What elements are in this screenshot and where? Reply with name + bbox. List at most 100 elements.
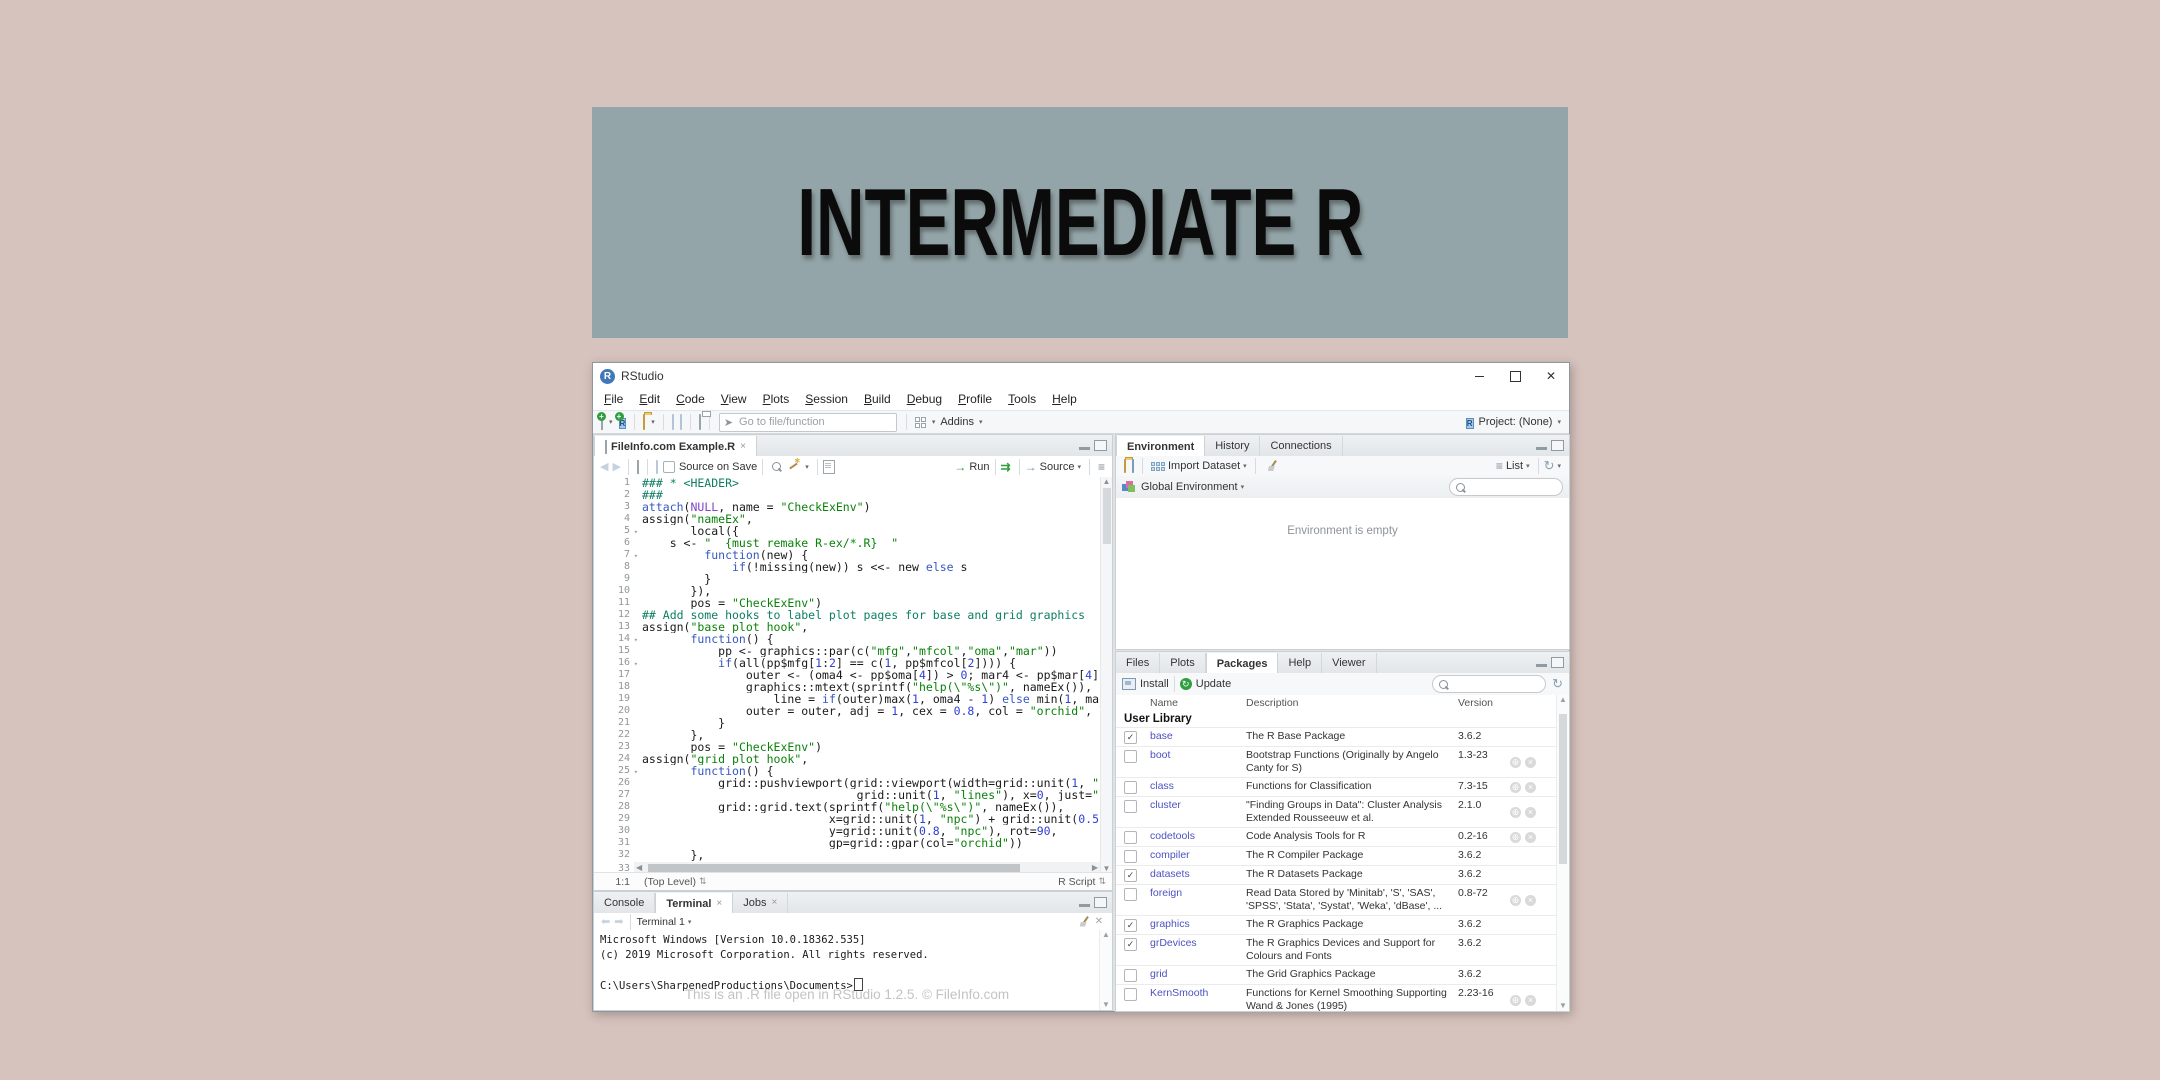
menu-plots[interactable]: Plots [755,389,798,410]
package-name-link[interactable]: foreign [1150,887,1246,913]
document-outline-icon[interactable]: ≡ [1098,460,1105,474]
refresh-dropdown-icon[interactable]: ▾ [1557,462,1561,470]
package-name-link[interactable]: grDevices [1150,937,1246,963]
tab-terminal[interactable]: Terminal× [655,893,733,914]
minimize-pane-icon[interactable] [1079,441,1090,450]
window-titlebar[interactable]: R RStudio ✕ [593,363,1569,389]
environment-scope-selector[interactable]: Global Environment [1141,481,1238,493]
package-checkbox[interactable] [1124,888,1137,901]
packages-scroll-thumb[interactable] [1559,714,1567,864]
maximize-pane-icon[interactable] [1094,897,1107,908]
source-dropdown-icon[interactable]: ▾ [1077,463,1081,471]
close-tab-icon[interactable]: × [716,894,722,914]
fold-arrow-icon[interactable]: ▾ [634,658,638,670]
save-all-button[interactable] [680,415,682,429]
compile-report-icon[interactable] [823,460,835,474]
minimize-pane-icon[interactable] [1079,898,1090,907]
project-selector[interactable]: Project: (None) [1479,416,1553,428]
close-tab-icon[interactable]: × [771,893,777,913]
new-file-button[interactable]: + [601,415,603,429]
tab-files[interactable]: Files [1116,653,1160,673]
goto-file-input[interactable] [737,415,861,429]
package-checkbox[interactable]: ✓ [1124,869,1137,882]
package-name-link[interactable]: graphics [1150,918,1246,932]
update-button[interactable]: Update [1196,678,1231,690]
menu-file[interactable]: File [596,389,631,410]
list-dropdown-icon[interactable]: ▾ [1526,462,1530,470]
terminal-forward-icon[interactable]: ➡ [614,915,623,928]
remove-package-icon[interactable]: × [1525,895,1536,906]
package-name-link[interactable]: grid [1150,968,1246,982]
environment-search[interactable] [1449,478,1563,496]
tab-plots[interactable]: Plots [1160,653,1205,673]
minimize-pane-icon[interactable] [1536,441,1547,450]
vscroll-thumb[interactable] [1103,488,1111,544]
menu-build[interactable]: Build [856,389,899,410]
find-replace-icon[interactable] [772,462,781,471]
addins-button[interactable]: Addins [940,416,974,428]
package-checkbox[interactable] [1124,750,1137,763]
maximize-pane-icon[interactable] [1551,440,1564,451]
browse-package-icon[interactable]: ⊕ [1510,895,1521,906]
tab-history[interactable]: History [1205,436,1260,456]
list-view-selector[interactable]: List [1506,460,1523,472]
open-file-button[interactable] [643,415,645,429]
tab-jobs[interactable]: Jobs× [733,893,788,913]
package-name-link[interactable]: base [1150,730,1246,744]
maximize-pane-icon[interactable] [1551,657,1564,668]
tab-help[interactable]: Help [1278,653,1322,673]
package-checkbox[interactable]: ✓ [1124,938,1137,951]
source-on-save-checkbox[interactable] [663,461,675,473]
save-button[interactable] [672,415,674,429]
maximize-pane-icon[interactable] [1094,440,1107,451]
save-file-icon[interactable] [656,461,658,473]
menu-debug[interactable]: Debug [899,389,950,410]
package-name-link[interactable]: class [1150,780,1246,794]
forward-icon[interactable]: ▶ [612,460,620,473]
remove-package-icon[interactable]: × [1525,782,1536,793]
menu-code[interactable]: Code [668,389,713,410]
scope-dropdown-icon[interactable]: ▾ [1241,483,1245,491]
fold-arrow-icon[interactable]: ▾ [634,766,638,778]
package-checkbox[interactable]: ✓ [1124,731,1137,744]
package-name-link[interactable]: cluster [1150,799,1246,825]
tab-packages[interactable]: Packages [1206,653,1279,674]
source-button[interactable]: Source [1040,461,1075,473]
menu-view[interactable]: View [713,389,755,410]
package-checkbox[interactable] [1124,800,1137,813]
import-dropdown-icon[interactable]: ▾ [1243,462,1247,470]
minimize-pane-icon[interactable] [1536,658,1547,667]
scope-selector[interactable]: (Top Level) [644,876,696,888]
open-recent-dropdown-icon[interactable]: ▾ [651,418,655,426]
package-name-link[interactable]: KernSmooth [1150,987,1246,1011]
clear-environment-icon[interactable] [1266,460,1278,472]
rerun-icon[interactable]: ⇉ [1001,460,1011,474]
code-tools-dropdown-icon[interactable]: ▾ [805,463,809,471]
package-checkbox[interactable] [1124,969,1137,982]
menu-help[interactable]: Help [1044,389,1085,410]
package-checkbox[interactable] [1124,988,1137,1001]
close-terminal-icon[interactable]: ✕ [1095,916,1103,927]
menu-profile[interactable]: Profile [950,389,1000,410]
browse-package-icon[interactable]: ⊕ [1510,832,1521,843]
tab-console[interactable]: Console [594,893,655,913]
tab-viewer[interactable]: Viewer [1322,653,1376,673]
package-name-link[interactable]: boot [1150,749,1246,775]
menu-tools[interactable]: Tools [1000,389,1044,410]
install-button[interactable]: Install [1140,678,1169,690]
browse-package-icon[interactable]: ⊕ [1510,807,1521,818]
terminal-vscrollbar[interactable]: ▲▼ [1099,930,1112,1010]
tab-connections[interactable]: Connections [1260,436,1342,456]
packages-vscrollbar[interactable]: ▲▼ [1556,695,1569,1011]
load-workspace-icon[interactable] [1124,460,1126,472]
goto-file-search[interactable]: ➤ [719,413,897,432]
packages-search[interactable] [1432,675,1546,693]
terminal-dropdown-icon[interactable]: ▾ [688,918,692,926]
terminal-back-icon[interactable]: ⬅ [601,915,610,928]
remove-package-icon[interactable]: × [1525,807,1536,818]
browse-package-icon[interactable]: ⊕ [1510,757,1521,768]
import-dataset-button[interactable]: Import Dataset [1168,460,1240,472]
menu-edit[interactable]: Edit [631,389,668,410]
tab-environment[interactable]: Environment [1116,436,1205,457]
remove-package-icon[interactable]: × [1525,832,1536,843]
